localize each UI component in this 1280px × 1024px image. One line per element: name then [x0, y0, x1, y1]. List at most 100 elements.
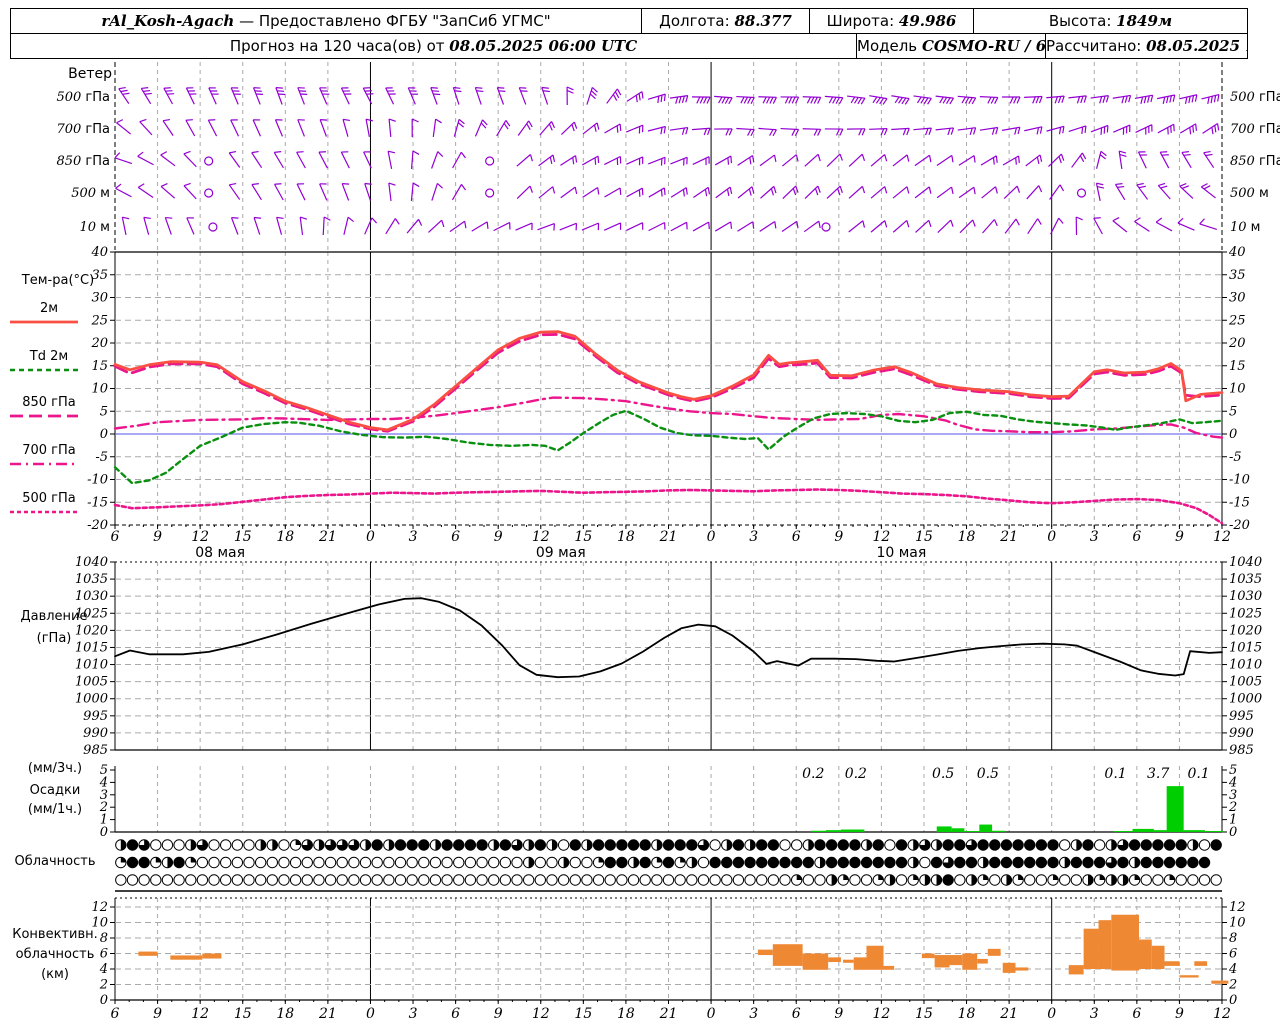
- cloud-cover-symbol: [662, 839, 675, 851]
- wind-barb-tick: [162, 118, 171, 122]
- pressure-axis-tick-right: 1030: [1229, 589, 1262, 604]
- cloud-cover-half: [726, 839, 732, 851]
- wind-barb-tick: [838, 97, 844, 105]
- wind-barb-shaft: [319, 119, 327, 137]
- wind-barb-shaft: [515, 222, 533, 231]
- cloud-cover-quarter: [1099, 874, 1105, 880]
- wind-barb-tick: [961, 96, 967, 104]
- wind-barb-tick: [441, 220, 445, 228]
- wind-barb-tick: [884, 220, 888, 228]
- wind-barb-shaft: [274, 119, 284, 137]
- hour-label-top: 6: [1132, 529, 1141, 545]
- wind-barb-tick: [296, 151, 304, 153]
- wind-barb-shaft: [539, 121, 553, 136]
- wind-barb-tick: [923, 97, 929, 105]
- wind-barb-tick: [347, 216, 354, 223]
- wind-barb-tick: [144, 92, 152, 95]
- wind-barb-tick: [817, 129, 822, 136]
- wind-barb-shaft: [537, 222, 555, 231]
- wind-barb-tick: [1199, 218, 1205, 225]
- wind-barb-tick: [721, 96, 726, 104]
- wind-barb-tick: [839, 153, 843, 161]
- cloud-cover-symbol: [756, 839, 768, 851]
- cloud-cover-symbol: [1024, 874, 1036, 886]
- wind-barb-tick: [276, 216, 284, 220]
- temp-axis-tick-left: -5: [95, 450, 108, 465]
- hour-label-bottom: 6: [1132, 1006, 1141, 1022]
- convective-cloud-bar: [772, 944, 803, 966]
- wind-barb-tick: [792, 188, 797, 196]
- wind-barb-shaft: [892, 219, 908, 233]
- wind-barb-shaft: [432, 119, 437, 138]
- wind-barb-shaft: [431, 183, 438, 201]
- wind-barb-tick: [884, 186, 888, 194]
- hour-label-top: 15: [574, 529, 592, 545]
- wind-barb-tick: [616, 88, 622, 96]
- precip-axis-tick-right: 0: [1229, 825, 1237, 840]
- cloud-cover-half: [866, 839, 872, 851]
- cloud-cover-symbol: [1198, 874, 1211, 886]
- wind-barb-tick: [320, 119, 328, 121]
- cloud-cover-quarter: [155, 857, 161, 863]
- wind-barb-tick: [681, 127, 685, 135]
- wind-barb-tick: [906, 128, 910, 136]
- cloud-cover-symbol: [359, 874, 372, 886]
- cloud-cover-symbol: [860, 856, 873, 869]
- hour-label-top: 18: [617, 529, 635, 545]
- wind-barb-tick: [1214, 125, 1217, 133]
- wind-barb-tick: [898, 97, 903, 104]
- convective-cloud-bar: [1179, 975, 1199, 978]
- wind-barb-tick: [818, 221, 821, 229]
- wind-barb-tick: [1115, 183, 1123, 186]
- wind-barb-tick: [894, 96, 900, 104]
- wind-barb-shaft: [826, 185, 841, 199]
- wind-barb-tick: [928, 155, 932, 163]
- wind-barb-shaft: [1046, 125, 1065, 132]
- pressure-axis-tick-left: 1005: [75, 675, 108, 690]
- wind-barb-tick: [663, 126, 666, 134]
- pressure-axis-tick-left: 995: [83, 709, 108, 724]
- hour-label-top: 12: [1213, 529, 1231, 545]
- meteogram-page: { "header": { "station": "rAl_Kosh-Agach…: [0, 0, 1280, 1024]
- wind-barb-shaft: [914, 186, 930, 199]
- cloud-cover-symbol: [138, 856, 150, 869]
- wind-barb-tick: [274, 151, 282, 153]
- cloud-cover-symbol: [849, 874, 861, 886]
- wind-barb-tick: [1058, 156, 1062, 164]
- wind-barb-tick: [678, 96, 682, 104]
- meteogram-chart: 40 4035 3530 3025 2520 2015 1510 105 50 0-5 -5-10-…: [10, 62, 1280, 1022]
- hour-label-bottom: 3: [749, 1006, 758, 1022]
- wind-barb-shaft: [230, 217, 239, 235]
- cloud-cover-symbol: [744, 856, 756, 869]
- cloud-cover-half: [633, 857, 639, 868]
- cloud-cover-symbol: [441, 839, 453, 851]
- wind-barb-tick: [1084, 125, 1087, 133]
- wind-barb-tick: [660, 127, 663, 135]
- wind-barb-tick: [1057, 96, 1062, 104]
- wind-barb-shaft: [297, 87, 305, 105]
- wind-barb-shaft: [516, 154, 531, 167]
- wind-barb-tick: [949, 97, 955, 105]
- wind-barb-shaft: [913, 95, 932, 99]
- cloud-cover-symbol: [476, 839, 488, 851]
- cloud-cover-half: [586, 839, 593, 851]
- cloud-cover-symbol: [1187, 856, 1199, 869]
- cloud-cover-symbol: [732, 874, 745, 886]
- hour-label-bottom: 0: [366, 1006, 375, 1022]
- cloud-cover-half: [1087, 874, 1094, 886]
- cloud-cover-symbol: [756, 874, 768, 886]
- wind-barb-tick: [951, 186, 954, 195]
- cloud-cover-symbol: [767, 839, 780, 851]
- cloud-cover-symbol: [825, 839, 838, 851]
- convective-cloud-bar: [977, 958, 988, 964]
- wind-barb-shaft: [714, 95, 733, 99]
- cloud-cover-half: [936, 839, 942, 851]
- cloud-cover-symbol: [1210, 839, 1222, 851]
- wind-barb-tick: [573, 121, 578, 129]
- cloud-cover-symbol: [126, 856, 139, 869]
- cloud-cover-symbol: [464, 839, 477, 851]
- wind-barb-tick: [394, 218, 400, 225]
- wind-barb-shaft: [603, 222, 621, 231]
- wind-barb-tick: [817, 185, 821, 193]
- wind-barb-shaft: [452, 151, 462, 169]
